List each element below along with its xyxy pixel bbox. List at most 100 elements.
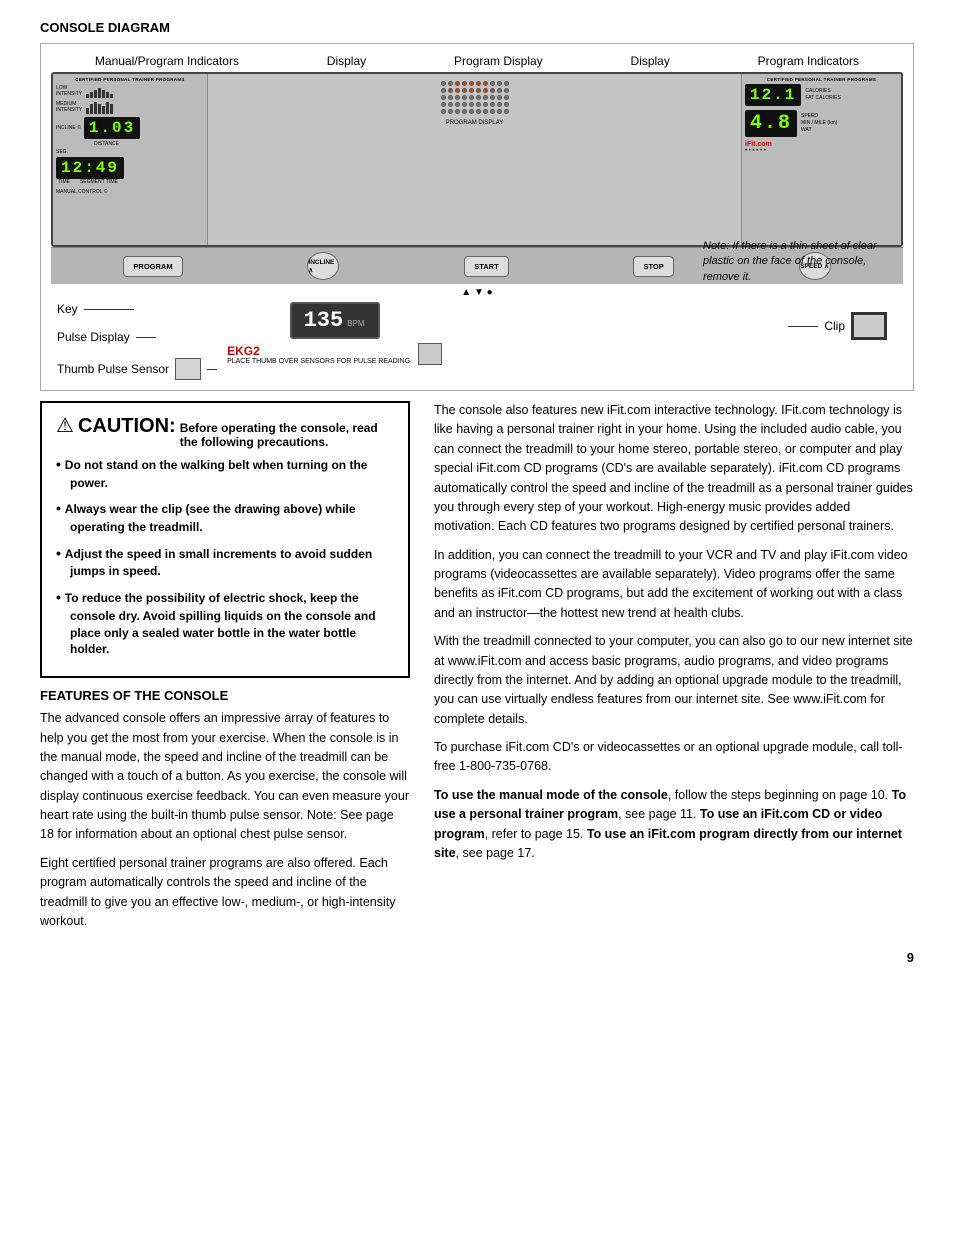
dot: [504, 81, 509, 86]
dot: [497, 81, 502, 86]
time-value: 12:49: [56, 157, 124, 179]
dot: [448, 88, 453, 93]
ekg-square: [418, 343, 442, 365]
pulse-display-row: Pulse Display: [57, 330, 217, 344]
ekg-brand: EKG2 PLACE THUMB OVER SENSORS FOR PULSE …: [227, 344, 410, 365]
dot: [476, 95, 481, 100]
dot: [483, 109, 488, 114]
dot-row-4: [441, 102, 509, 107]
dot: [469, 81, 474, 86]
dot: [504, 102, 509, 107]
caution-header: ⚠ CAUTION: Before operating the console,…: [56, 413, 394, 449]
left-panel-title: CERTIFIED PERSONAL TRAINER PROGRAMS: [56, 77, 204, 82]
speed-labels: SPEED MIN / MILE (km) WAT: [801, 113, 837, 134]
dot: [490, 95, 495, 100]
caution-bullets: Do not stand on the walking belt when tu…: [56, 455, 394, 658]
distance-sublabel: DISTANCE: [94, 141, 204, 147]
dot: [441, 95, 446, 100]
key-row: Key: [57, 302, 217, 316]
dot: [490, 81, 495, 86]
caution-bullet-4: To reduce the possibility of electric sh…: [56, 588, 394, 658]
features-para-1: The advanced console offers an impressiv…: [40, 709, 410, 845]
dot: [497, 88, 502, 93]
seg-label: SEG.: [56, 149, 68, 155]
dot: [483, 102, 488, 107]
program-bars-container: LOWINTENSITY MEDIUMINTENSITY: [56, 84, 204, 114]
dot: [483, 88, 488, 93]
console-diagram-title: CONSOLE DIAGRAM: [40, 20, 914, 35]
dot: [441, 81, 446, 86]
start-button[interactable]: START: [464, 256, 508, 277]
top-labels-row: Manual/Program Indicators Display Progra…: [51, 54, 903, 68]
right-col: The console also features new iFit.com i…: [434, 401, 914, 940]
ifit-label: iFit.com: [745, 141, 898, 148]
incline-button[interactable]: INCLINE ∧: [307, 252, 339, 280]
dot: [469, 109, 474, 114]
dot-row-1: [441, 81, 509, 86]
bold-phrase-4: To use an iFit.com program directly from…: [434, 827, 902, 860]
time-labels: TIME SEGMENT TIME: [58, 179, 204, 185]
label-program-display: Program Display: [454, 54, 543, 68]
right-para-2: In addition, you can connect the treadmi…: [434, 546, 914, 624]
caution-bullet-1: Do not stand on the walking belt when tu…: [56, 455, 394, 491]
dot: [497, 102, 502, 107]
program-button[interactable]: PROGRAM: [123, 256, 182, 277]
dot: [455, 88, 460, 93]
caution-box: ⚠ CAUTION: Before operating the console,…: [40, 401, 410, 678]
pulse-value: 135: [304, 308, 344, 333]
dot: [462, 109, 467, 114]
page-number: 9: [40, 950, 914, 965]
dot: [483, 81, 488, 86]
note-right: Note: If there is a thin sheet of clear …: [703, 239, 903, 285]
label-program-indicators: Program Indicators: [758, 54, 859, 68]
calories-labels: CALORIES FAT CALORIES: [805, 88, 840, 102]
interactivity-dots: • • • • • •: [745, 148, 898, 154]
dot-row-3: [441, 95, 509, 100]
dot: [497, 109, 502, 114]
dot: [448, 109, 453, 114]
dot-row-5: [441, 109, 509, 114]
dot: [448, 81, 453, 86]
incline-row: INCLINE © 1.03: [56, 117, 204, 139]
label-manual-program: Manual/Program Indicators: [95, 54, 239, 68]
left-col: ⚠ CAUTION: Before operating the console,…: [40, 401, 410, 940]
clip-area: Clip: [788, 312, 887, 340]
caution-desc: Before operating the console, read the f…: [180, 421, 394, 449]
calories-value: 12.1: [745, 84, 801, 106]
thumb-line: [207, 369, 217, 370]
right-display-row: 12.1 CALORIES FAT CALORIES: [745, 84, 898, 106]
seg-row: SEG.: [56, 149, 204, 155]
thumb-sensor-row: Thumb Pulse Sensor: [57, 358, 217, 380]
dot-matrix: [441, 81, 509, 114]
speed-value: 4.8: [745, 110, 797, 137]
dot: [504, 95, 509, 100]
pulse-screen: 135 BPM: [290, 302, 380, 339]
stop-button[interactable]: STOP: [633, 256, 673, 277]
dot: [483, 95, 488, 100]
time-label: TIME: [58, 179, 70, 185]
dot: [448, 102, 453, 107]
manual-control-label: MANUAL CONTROL ©: [56, 189, 204, 195]
arrow-row: ▲ ▼ ●: [51, 287, 903, 298]
dot: [476, 88, 481, 93]
dot-row-2: [441, 88, 509, 93]
dot: [490, 102, 495, 107]
pulse-display-label: Pulse Display: [57, 330, 130, 344]
dot: [497, 95, 502, 100]
clip-label: Clip: [824, 319, 845, 333]
speed-row: 4.8 SPEED MIN / MILE (km) WAT: [745, 110, 898, 137]
two-col-body: ⚠ CAUTION: Before operating the console,…: [40, 401, 914, 940]
dot: [504, 109, 509, 114]
right-panel-title: CERTIFIED PERSONAL TRAINER PROGRAMS: [745, 77, 898, 82]
dot: [469, 88, 474, 93]
console-center-panel: PROGRAM DISPLAY: [208, 74, 741, 245]
dot: [476, 81, 481, 86]
features-heading: FEATURES OF THE CONSOLE: [40, 688, 410, 703]
dot: [490, 88, 495, 93]
dot: [455, 95, 460, 100]
caution-bullet-3: Adjust the speed in small increments to …: [56, 544, 394, 580]
console-right-panel: CERTIFIED PERSONAL TRAINER PROGRAMS 12.1…: [741, 74, 901, 245]
medium-bars: [86, 100, 113, 114]
thumb-sensor-label: Thumb Pulse Sensor: [57, 362, 169, 376]
dot: [462, 95, 467, 100]
